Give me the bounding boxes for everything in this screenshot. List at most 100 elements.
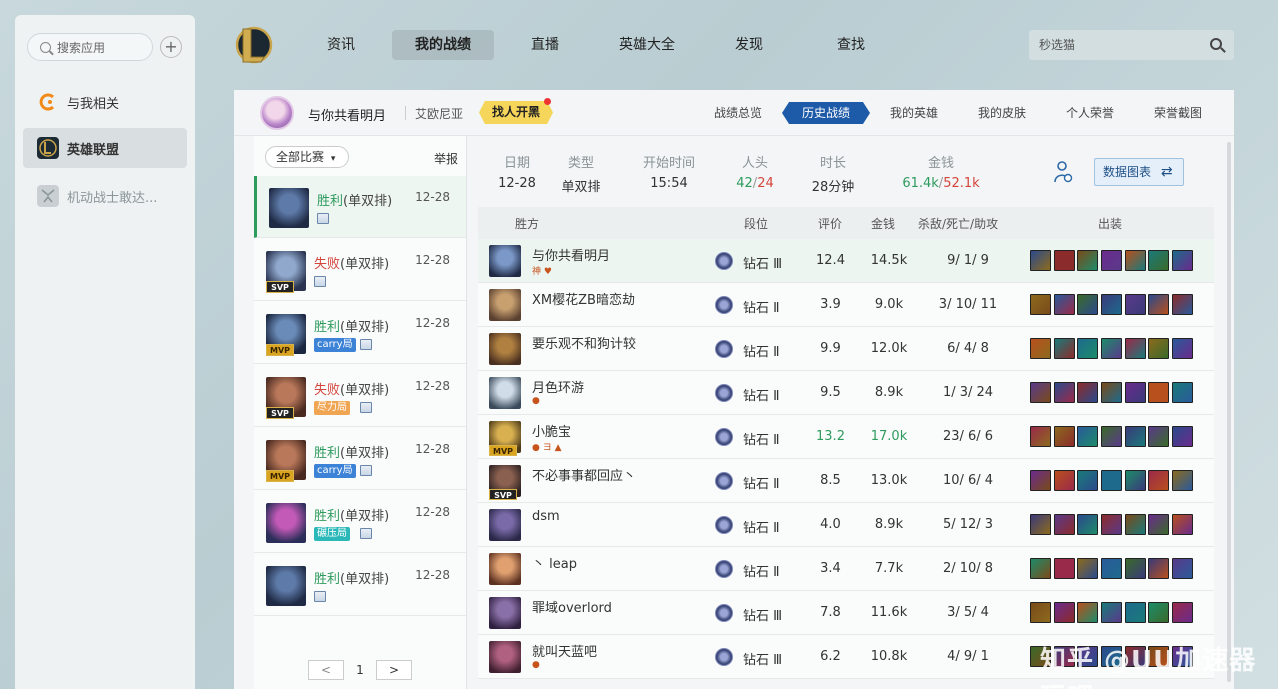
item-icon[interactable] bbox=[1101, 426, 1123, 447]
item-icon[interactable] bbox=[1053, 294, 1075, 315]
prev-page-button[interactable]: < bbox=[308, 660, 344, 680]
champion-portrait[interactable] bbox=[489, 289, 521, 321]
nav-my-record[interactable]: 我的战绩 bbox=[392, 30, 494, 60]
item-icon[interactable] bbox=[1124, 514, 1146, 535]
item-icon[interactable] bbox=[1077, 338, 1099, 359]
find-teammate-button[interactable]: 找人开黑 bbox=[479, 101, 553, 124]
item-icon[interactable] bbox=[1148, 602, 1170, 623]
champion-portrait[interactable] bbox=[489, 377, 521, 409]
item-icon[interactable] bbox=[1124, 382, 1146, 403]
item-icon[interactable] bbox=[1148, 426, 1170, 447]
champion-portrait[interactable] bbox=[489, 597, 521, 629]
item-icon[interactable] bbox=[1172, 558, 1194, 579]
screenshot-icon[interactable] bbox=[317, 213, 329, 224]
item-icon[interactable] bbox=[1030, 426, 1051, 447]
item-icon[interactable] bbox=[1172, 426, 1194, 447]
scrollbar[interactable] bbox=[1227, 142, 1231, 682]
lol-logo-icon[interactable] bbox=[233, 24, 273, 66]
table-row[interactable]: 与你共看明月神 ♥ 钻石 Ⅲ 12.4 14.5k 9/ 1/ 9 bbox=[478, 239, 1214, 283]
item-icon[interactable] bbox=[1077, 514, 1099, 535]
next-page-button[interactable]: > bbox=[376, 660, 412, 680]
item-icon[interactable] bbox=[1077, 294, 1099, 315]
item-icon[interactable] bbox=[1148, 470, 1170, 491]
nav-search[interactable]: 查找 bbox=[800, 30, 902, 60]
sidebar-item-gundam[interactable]: 机动战士敢达... bbox=[23, 176, 187, 216]
item-icon[interactable] bbox=[1053, 470, 1075, 491]
item-icon[interactable] bbox=[1053, 426, 1075, 447]
table-row[interactable]: dsm 钻石 Ⅱ 4.0 8.9k 5/ 12/ 3 bbox=[478, 503, 1214, 547]
item-icon[interactable] bbox=[1148, 382, 1170, 403]
player-name[interactable]: 罪域overlord bbox=[532, 597, 612, 616]
item-icon[interactable] bbox=[1172, 294, 1194, 315]
screenshot-icon[interactable] bbox=[360, 402, 372, 413]
search-icon[interactable] bbox=[1210, 38, 1222, 50]
item-icon[interactable] bbox=[1030, 338, 1051, 359]
player-name[interactable]: dsm bbox=[532, 509, 560, 524]
player-name[interactable]: 月色环游 bbox=[532, 377, 584, 396]
item-icon[interactable] bbox=[1101, 250, 1123, 271]
tab-honors[interactable]: 个人荣誉 bbox=[1046, 102, 1134, 124]
table-row[interactable]: MVP 小脆宝 ● ヨ ▲ 钻石 Ⅱ 13.2 17.0k 23/ 6/ 6 bbox=[478, 415, 1214, 459]
item-icon[interactable] bbox=[1124, 426, 1146, 447]
nav-news[interactable]: 资讯 bbox=[290, 30, 392, 60]
item-icon[interactable] bbox=[1077, 250, 1099, 271]
item-icon[interactable] bbox=[1030, 470, 1051, 491]
item-icon[interactable] bbox=[1172, 338, 1194, 359]
tab-overview[interactable]: 战绩总览 bbox=[694, 102, 782, 124]
data-chart-button[interactable]: 数据图表 ⇄ bbox=[1094, 158, 1184, 186]
item-icon[interactable] bbox=[1124, 470, 1146, 491]
game-list-item[interactable]: SVP 失败(单双排) 12-28 bbox=[254, 239, 466, 301]
item-icon[interactable] bbox=[1148, 338, 1170, 359]
item-icon[interactable] bbox=[1148, 250, 1170, 271]
screenshot-icon[interactable] bbox=[360, 528, 372, 539]
item-icon[interactable] bbox=[1077, 602, 1099, 623]
player-name[interactable]: 与你共看明月 bbox=[532, 245, 610, 264]
item-icon[interactable] bbox=[1124, 558, 1146, 579]
item-icon[interactable] bbox=[1124, 294, 1146, 315]
item-icon[interactable] bbox=[1077, 558, 1099, 579]
item-icon[interactable] bbox=[1101, 338, 1123, 359]
game-list-item[interactable]: 胜利(单双排) 12-28 bbox=[254, 176, 466, 238]
champion-portrait[interactable] bbox=[489, 553, 521, 585]
item-icon[interactable] bbox=[1030, 250, 1051, 271]
table-row[interactable]: 罪域overlord 钻石 Ⅲ 7.8 11.6k 3/ 5/ 4 bbox=[478, 591, 1214, 635]
top-search-input[interactable]: 秒选猫 bbox=[1029, 30, 1234, 60]
player-name[interactable]: 小脆宝 bbox=[532, 421, 571, 440]
add-app-button[interactable]: + bbox=[160, 36, 182, 58]
item-icon[interactable] bbox=[1053, 602, 1075, 623]
item-icon[interactable] bbox=[1172, 470, 1194, 491]
nav-champions[interactable]: 英雄大全 bbox=[596, 30, 698, 60]
item-icon[interactable] bbox=[1172, 602, 1194, 623]
table-row[interactable]: 丶 leap 钻石 Ⅱ 3.4 7.7k 2/ 10/ 8 bbox=[478, 547, 1214, 591]
game-list-item[interactable]: 胜利(单双排) 12-28 bbox=[254, 554, 466, 616]
item-icon[interactable] bbox=[1101, 382, 1123, 403]
item-icon[interactable] bbox=[1124, 338, 1146, 359]
team-member-icon[interactable] bbox=[1052, 160, 1074, 184]
item-icon[interactable] bbox=[1077, 426, 1099, 447]
game-list-item[interactable]: MVP 胜利(单双排) 12-28 carry局 bbox=[254, 302, 466, 364]
item-icon[interactable] bbox=[1053, 250, 1075, 271]
item-icon[interactable] bbox=[1101, 514, 1123, 535]
player-name[interactable]: 就叫天蓝吧 bbox=[532, 641, 597, 660]
item-icon[interactable] bbox=[1077, 470, 1099, 491]
item-icon[interactable] bbox=[1077, 382, 1099, 403]
report-link[interactable]: 举报 bbox=[434, 150, 458, 167]
player-name[interactable]: 丶 leap bbox=[532, 553, 577, 572]
player-name[interactable]: 要乐观不和狗计较 bbox=[532, 333, 636, 352]
item-icon[interactable] bbox=[1101, 470, 1123, 491]
screenshot-icon[interactable] bbox=[314, 276, 326, 287]
champion-portrait[interactable] bbox=[489, 245, 521, 277]
item-icon[interactable] bbox=[1124, 250, 1146, 271]
item-icon[interactable] bbox=[1148, 514, 1170, 535]
avatar[interactable] bbox=[260, 96, 294, 130]
item-icon[interactable] bbox=[1030, 294, 1051, 315]
item-icon[interactable] bbox=[1101, 558, 1123, 579]
item-icon[interactable] bbox=[1030, 558, 1051, 579]
item-icon[interactable] bbox=[1053, 382, 1075, 403]
table-row[interactable]: XM樱花ZB暗恋劫 钻石 Ⅱ 3.9 9.0k 3/ 10/ 11 bbox=[478, 283, 1214, 327]
sidebar-item-related[interactable]: 与我相关 bbox=[23, 82, 187, 122]
item-icon[interactable] bbox=[1172, 250, 1194, 271]
champion-portrait[interactable] bbox=[489, 333, 521, 365]
item-icon[interactable] bbox=[1172, 514, 1194, 535]
tab-my-skins[interactable]: 我的皮肤 bbox=[958, 102, 1046, 124]
